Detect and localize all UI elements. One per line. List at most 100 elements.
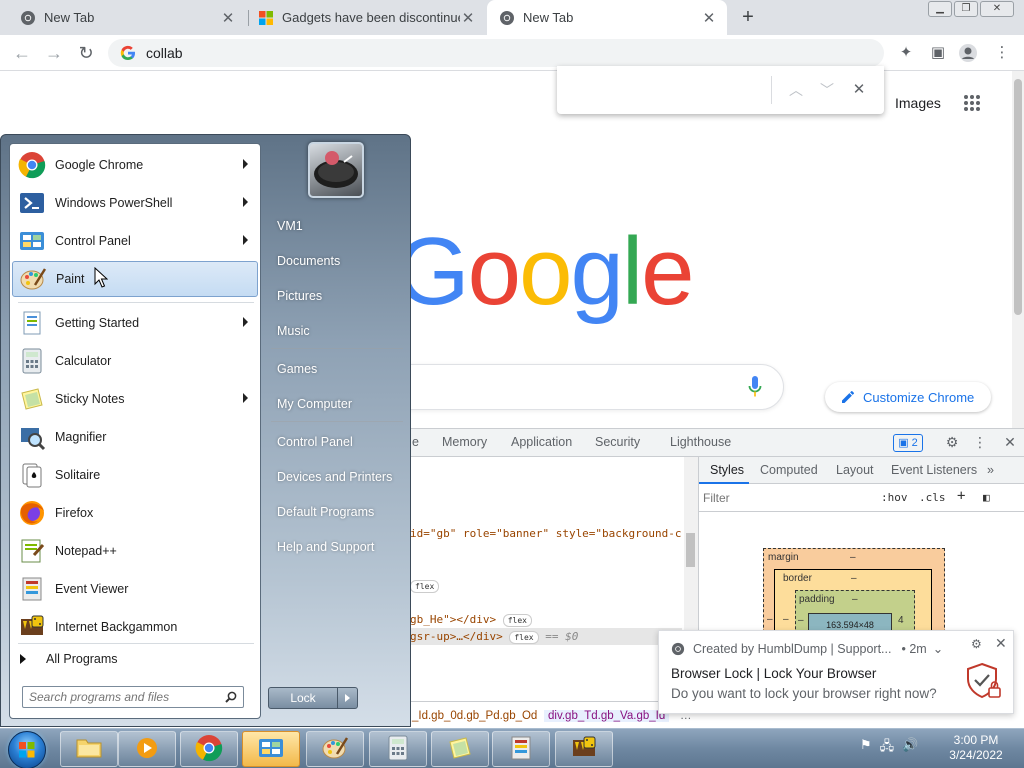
tab-layout[interactable]: Layout — [836, 463, 874, 477]
lock-options-arrow[interactable] — [337, 688, 357, 708]
taskbar-chrome-button[interactable] — [180, 731, 238, 767]
new-tab-button[interactable]: + — [738, 5, 758, 29]
breadcrumb-item[interactable]: div.gb_Td.gb_Va.gb_Id — [544, 710, 670, 722]
volume-icon[interactable]: 🔊 — [902, 737, 918, 759]
styles-filter-input[interactable] — [703, 489, 871, 507]
tab-application[interactable]: Application — [511, 435, 572, 449]
extensions-icon[interactable]: ✦ — [896, 43, 916, 63]
tab-memory[interactable]: Memory — [442, 435, 487, 449]
add-rule-icon[interactable]: + — [957, 488, 965, 504]
cls-toggle[interactable]: .cls — [919, 491, 946, 504]
tab-new-tab-active[interactable]: New Tab ✕ — [487, 0, 727, 35]
chevron-down-icon[interactable]: ⌄ — [933, 641, 943, 656]
place-default-programs[interactable]: Default Programs — [277, 505, 374, 519]
hov-toggle[interactable]: :hov — [881, 491, 908, 504]
apps-grid-icon[interactable] — [964, 95, 980, 111]
flex-badge[interactable]: flex — [509, 630, 539, 644]
place-music[interactable]: Music — [277, 324, 310, 338]
all-programs-button[interactable]: All Programs — [20, 652, 118, 666]
flex-badge[interactable]: flex — [502, 613, 532, 627]
place-control-panel[interactable]: Control Panel — [277, 435, 353, 449]
search-icon[interactable] — [225, 691, 237, 703]
find-next-icon[interactable]: ﹀ — [817, 80, 837, 100]
code-line[interactable]: id="gb" role="banner" style="background-… — [410, 527, 682, 540]
clock[interactable]: 3:00 PM 3/24/2022 — [936, 733, 1016, 763]
customize-chrome-button[interactable]: Customize Chrome — [825, 382, 991, 412]
start-item-solitaire[interactable]: Solitaire — [12, 457, 258, 493]
place-vm1[interactable]: VM1 — [277, 219, 303, 233]
search-programs-field[interactable] — [22, 686, 244, 708]
close-tab-icon[interactable]: ✕ — [701, 9, 717, 27]
place-help-and-support[interactable]: Help and Support — [277, 540, 374, 554]
devtools-close-icon[interactable]: ✕ — [1002, 434, 1018, 450]
code-line[interactable]: flex — [410, 579, 440, 593]
submenu-arrow-icon[interactable] — [243, 317, 248, 327]
start-button[interactable] — [8, 731, 46, 768]
tab-lighthouse[interactable]: Lighthouse — [670, 435, 731, 449]
address-bar[interactable]: collab — [108, 39, 884, 67]
lock-button[interactable]: Lock — [268, 687, 358, 709]
start-item-event-viewer[interactable]: Event Viewer — [12, 571, 258, 607]
devtools-menu-icon[interactable]: ⋮ — [972, 434, 988, 450]
submenu-arrow-icon[interactable] — [243, 159, 248, 169]
profile-icon[interactable] — [958, 43, 978, 63]
taskbar-explorer-button[interactable] — [60, 731, 118, 767]
page-scrollbar[interactable] — [1012, 71, 1024, 428]
notification-popup[interactable]: Created by HumblDump | Support... • 2m ⌄… — [658, 630, 1014, 714]
notification-close-icon[interactable]: ✕ — [995, 635, 1007, 652]
start-item-magnifier[interactable]: Magnifier — [12, 419, 258, 455]
flex-badge[interactable]: flex — [410, 579, 440, 593]
submenu-arrow-icon[interactable] — [243, 197, 248, 207]
network-icon[interactable]: 🖧 — [880, 737, 895, 759]
place-devices-and-printers[interactable]: Devices and Printers — [277, 470, 392, 484]
start-item-control-panel[interactable]: Control Panel — [12, 223, 258, 259]
start-item-google-chrome[interactable]: Google Chrome — [12, 147, 258, 183]
tab-new-tab-1[interactable]: New Tab ✕ — [0, 0, 246, 35]
forward-button[interactable]: → — [42, 41, 66, 65]
images-link[interactable]: Images — [895, 95, 941, 111]
toggle-sidebar-icon[interactable]: ◧ — [983, 491, 990, 504]
taskbar-sticky-notes-button[interactable] — [431, 731, 489, 767]
submenu-arrow-icon[interactable] — [243, 393, 248, 403]
tab-security[interactable]: Security — [595, 435, 640, 449]
start-item-windows-powershell[interactable]: Windows PowerShell — [12, 185, 258, 221]
close-tab-icon[interactable]: ✕ — [460, 9, 476, 27]
taskbar-media-player-button[interactable] — [118, 731, 176, 767]
taskbar-backgammon-button[interactable] — [555, 731, 613, 767]
back-button[interactable]: ← — [10, 41, 34, 65]
place-documents[interactable]: Documents — [277, 254, 340, 268]
menu-kebab-icon[interactable]: ⋮ — [992, 43, 1012, 63]
action-center-flag-icon[interactable]: ⚑ — [860, 737, 872, 759]
place-my-computer[interactable]: My Computer — [277, 397, 352, 411]
tab-event-listeners[interactable]: Event Listeners — [891, 463, 977, 477]
start-item-notepad-[interactable]: Notepad++ — [12, 533, 258, 569]
place-games[interactable]: Games — [277, 362, 317, 376]
reload-button[interactable]: ↻ — [74, 41, 98, 65]
user-avatar[interactable] — [308, 142, 364, 198]
submenu-arrow-icon[interactable] — [243, 235, 248, 245]
minimize-button[interactable]: ▁ — [928, 1, 952, 17]
find-input[interactable] — [567, 78, 763, 102]
issues-badge[interactable]: ▣ 2 — [893, 434, 923, 452]
start-item-sticky-notes[interactable]: Sticky Notes — [12, 381, 258, 417]
code-line-selected[interactable]: gsr-up>…</div> flex == $0 — [410, 630, 578, 644]
restore-button[interactable]: ❐ — [954, 1, 978, 17]
tab-styles[interactable]: Styles — [710, 463, 744, 477]
taskbar-control-panel-button[interactable] — [242, 731, 300, 767]
settings-gear-icon[interactable]: ⚙ — [944, 434, 960, 450]
taskbar-paint-button[interactable] — [306, 731, 364, 767]
start-item-internet-backgammon[interactable]: Internet Backgammon — [12, 609, 258, 645]
microphone-icon[interactable] — [748, 376, 762, 398]
side-panel-icon[interactable]: ▣ — [928, 43, 948, 63]
tab-gadgets[interactable]: Gadgets have been discontinued ✕ — [248, 0, 486, 35]
start-item-getting-started[interactable]: Getting Started — [12, 305, 258, 341]
find-previous-icon[interactable]: ︿ — [786, 80, 806, 100]
start-item-paint[interactable]: Paint — [12, 261, 258, 297]
start-item-calculator[interactable]: Calculator — [12, 343, 258, 379]
tab-computed[interactable]: Computed — [760, 463, 818, 477]
search-input[interactable] — [29, 689, 219, 705]
devtools-tab-partial[interactable]: e — [412, 435, 419, 449]
more-tabs-icon[interactable]: » — [987, 463, 994, 477]
taskbar-event-viewer-button[interactable] — [492, 731, 550, 767]
taskbar-calculator-button[interactable] — [369, 731, 427, 767]
